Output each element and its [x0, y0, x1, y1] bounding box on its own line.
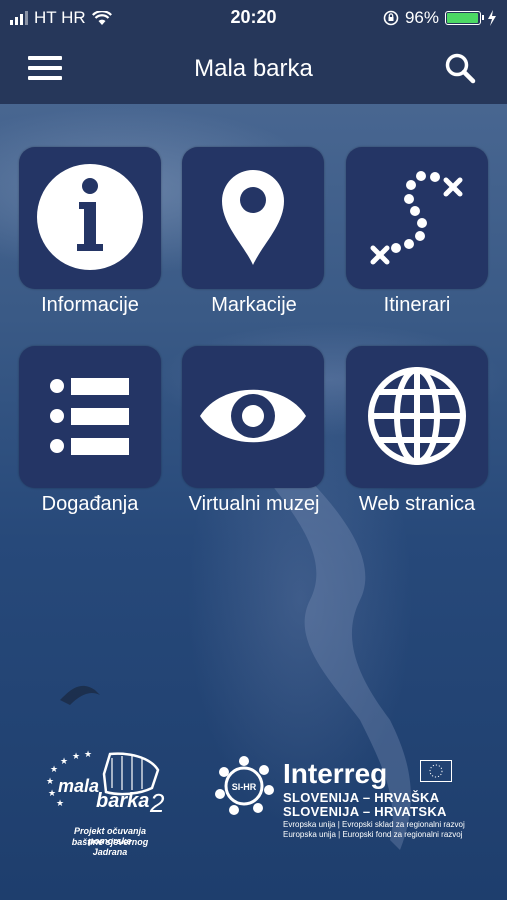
svg-text:★: ★ [56, 798, 64, 808]
tile-markacije[interactable] [182, 147, 324, 289]
charging-icon [488, 10, 496, 26]
info-icon [37, 164, 143, 270]
tile-label-informacije: Informacije [41, 294, 139, 316]
rotation-lock-icon [383, 10, 399, 26]
svg-text:★: ★ [72, 751, 80, 761]
tile-virtualni-muzej[interactable] [182, 346, 324, 488]
tile-itinerari[interactable] [346, 147, 488, 289]
eu-flag-icon [420, 760, 452, 782]
globe-icon [368, 367, 466, 465]
search-icon[interactable] [443, 52, 477, 86]
interreg-line-2: SLOVENIJA – HRVATSKA [283, 804, 447, 819]
tile-informacije[interactable] [19, 147, 161, 289]
svg-text:★: ★ [46, 776, 54, 786]
logo-tagline-2: baštine sjevernog Jadrana [71, 837, 149, 857]
svg-text:★: ★ [60, 756, 68, 766]
battery-percent: 96% [404, 8, 439, 27]
footer-logos: ★ ★ ★ ★ ★ ★ ★ mala barka 2 Projekt očuvanja… [0, 740, 507, 860]
logo-word-mala: mala [58, 776, 100, 796]
svg-text:★: ★ [48, 788, 56, 798]
status-right: 96% [383, 8, 497, 28]
navigation-bar: Mala barka [0, 36, 507, 104]
si-hr-badge-text: SI-HR [232, 782, 257, 792]
interreg-line-1: SLOVENIJA – HRVAŠKA [283, 790, 440, 805]
interreg-small-2: Europska unija | Europski fond za region… [283, 830, 463, 839]
svg-text:★: ★ [50, 764, 58, 774]
si-hr-badge-icon: SI-HR [215, 756, 274, 815]
battery-icon [445, 11, 484, 25]
eye-icon [200, 389, 306, 443]
tile-label-virtualni-muzej: Virtualni muzej [188, 493, 320, 515]
map-pin-icon [222, 170, 284, 265]
tile-label-markacije: Markacije [211, 294, 297, 316]
svg-text:★: ★ [84, 749, 92, 759]
tile-label-itinerari: Itinerari [383, 294, 451, 316]
tile-dogadanja[interactable] [19, 346, 161, 488]
page-title: Mala barka [194, 55, 313, 82]
tile-label-web-stranica: Web stranica [358, 493, 476, 515]
tile-web-stranica[interactable] [346, 346, 488, 488]
list-icon [50, 378, 129, 455]
status-bar: HT HR 20:20 96% [0, 0, 507, 36]
interreg-title: Interreg [283, 758, 388, 789]
logo-number: 2 [150, 788, 165, 818]
tile-label-dogadanja: Događanja [41, 493, 139, 515]
interreg-small-1: Evropska unija | Evropski sklad za regio… [283, 820, 465, 829]
logo-word-barka: barka [96, 790, 150, 812]
itinerary-path-icon [370, 171, 463, 265]
